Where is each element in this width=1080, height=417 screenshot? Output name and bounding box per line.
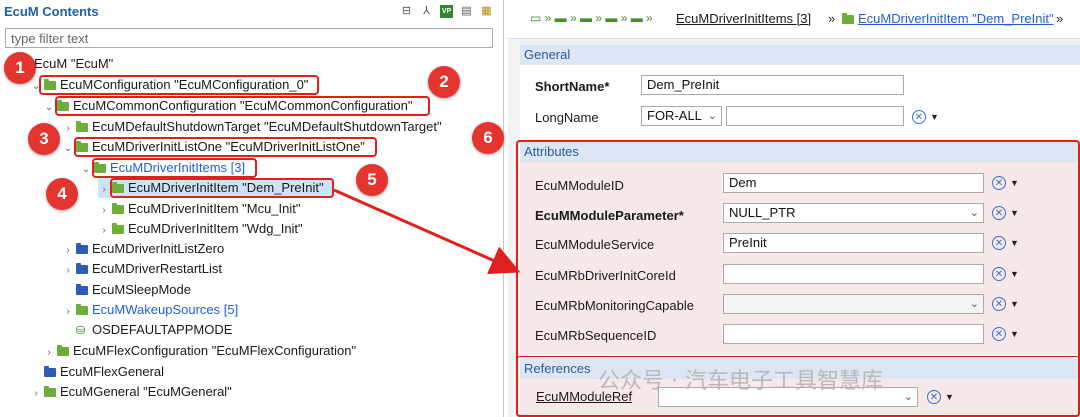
annotation-arrow xyxy=(333,188,521,275)
watermark: 公众号 · 汽车电子工具智慧库 xyxy=(598,369,883,394)
